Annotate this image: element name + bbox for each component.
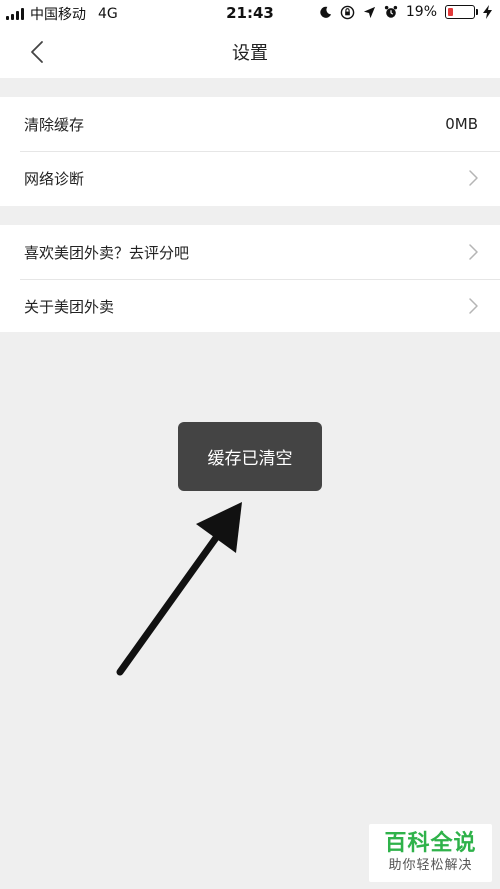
chevron-right-icon xyxy=(469,298,478,314)
nav-bar: 设置 xyxy=(0,26,500,78)
network-diagnosis-label: 网络诊断 xyxy=(24,169,85,188)
charging-icon xyxy=(483,5,492,19)
watermark-subtitle: 助你轻松解决 xyxy=(388,858,473,873)
battery-icon xyxy=(445,5,478,19)
toast-message: 缓存已清空 xyxy=(178,422,322,491)
page-title: 设置 xyxy=(232,43,268,64)
alarm-icon xyxy=(384,5,397,18)
status-bar: 中国移动 4G 21:43 19% xyxy=(0,0,500,26)
settings-section-about: 喜欢美团外卖？去评分吧 关于美团外卖 xyxy=(0,225,500,332)
battery-percent: 19% xyxy=(405,4,437,20)
watermark-logo: 百科全说 助你轻松解决 xyxy=(369,824,492,882)
location-icon xyxy=(363,6,375,18)
chevron-right-icon xyxy=(469,170,478,186)
settings-section-cache: 清除缓存 0MB 网络诊断 xyxy=(0,97,500,206)
status-right: 19% xyxy=(319,4,492,20)
chevron-right-icon xyxy=(469,244,478,260)
toast-text: 缓存已清空 xyxy=(207,449,293,469)
rate-app-label: 喜欢美团外卖？去评分吧 xyxy=(24,243,190,262)
moon-icon xyxy=(320,6,331,18)
network-diagnosis-row[interactable]: 网络诊断 xyxy=(0,151,500,205)
rate-app-row[interactable]: 喜欢美团外卖？去评分吧 xyxy=(0,225,500,279)
clear-cache-label: 清除缓存 xyxy=(24,115,85,134)
rotation-lock-icon xyxy=(340,5,355,19)
battery-fill xyxy=(448,8,453,16)
watermark-title: 百科全说 xyxy=(384,831,477,856)
about-app-row[interactable]: 关于美团外卖 xyxy=(0,279,500,333)
cache-size-value: 0MB xyxy=(445,115,478,133)
clear-cache-row[interactable]: 清除缓存 0MB xyxy=(0,97,500,151)
about-app-label: 关于美团外卖 xyxy=(24,297,115,316)
